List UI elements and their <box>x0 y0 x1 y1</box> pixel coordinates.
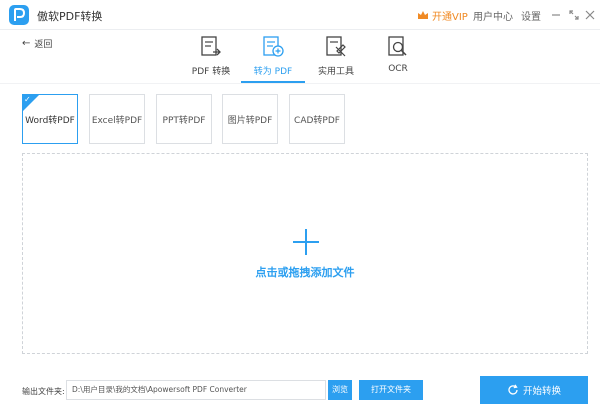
file-drop-zone[interactable]: 点击或拖拽添加文件 <box>22 153 588 354</box>
vip-button[interactable]: 开通VIP <box>417 7 468 23</box>
app-title: 傲软PDF转换 <box>37 10 103 23</box>
tab-pdf-convert-label: PDF 转换 <box>191 67 231 77</box>
minimize-button[interactable] <box>549 8 563 22</box>
option-label: CAD转PDF <box>294 115 340 126</box>
user-center-link[interactable]: 用户中心 <box>473 8 513 23</box>
close-icon <box>585 10 595 20</box>
option-label: Excel转PDF <box>91 115 143 126</box>
option-ppt-to-pdf[interactable]: PPT转PDF <box>156 94 212 144</box>
tab-ocr-label: OCR <box>388 64 408 74</box>
tab-tools[interactable]: 实用工具 <box>305 36 367 82</box>
maximize-icon <box>569 10 579 20</box>
start-convert-label: 开始转换 <box>522 386 561 397</box>
tab-to-pdf-label: 转为 PDF <box>253 67 293 77</box>
check-icon: ✓ <box>24 95 31 104</box>
crown-icon <box>418 11 428 19</box>
vip-label: 开通VIP <box>432 11 468 23</box>
drop-zone-text: 点击或拖拽添加文件 <box>255 266 355 279</box>
maximize-button[interactable] <box>567 8 581 22</box>
option-word-to-pdf[interactable]: ✓ Word转PDF <box>22 94 78 144</box>
refresh-icon <box>508 384 518 395</box>
option-cad-to-pdf[interactable]: CAD转PDF <box>289 94 345 144</box>
app-logo <box>9 5 29 25</box>
close-button[interactable] <box>583 8 597 22</box>
back-button[interactable]: ← 返回 <box>22 37 52 50</box>
tools-icon <box>326 36 346 57</box>
tab-tools-label: 实用工具 <box>317 67 354 77</box>
start-convert-button[interactable]: 开始转换 <box>480 376 588 404</box>
tab-ocr[interactable]: OCR <box>367 36 429 82</box>
browse-button[interactable]: 浏览 <box>328 380 352 400</box>
option-label: PPT转PDF <box>162 115 206 126</box>
tab-to-pdf[interactable]: 转为 PDF <box>242 36 304 82</box>
output-folder-label: 输出文件夹: <box>22 387 65 396</box>
ocr-icon <box>388 36 407 56</box>
option-image-to-pdf[interactable]: 图片转PDF <box>222 94 278 144</box>
option-label: Word转PDF <box>25 115 75 126</box>
pdf-convert-icon <box>201 36 221 56</box>
minimize-icon <box>552 14 560 16</box>
option-label: 图片转PDF <box>227 115 273 126</box>
back-arrow-icon: ← <box>22 38 31 49</box>
option-excel-to-pdf[interactable]: Excel转PDF <box>89 94 145 144</box>
settings-link[interactable]: 设置 <box>521 8 541 23</box>
title-bar: 傲软PDF转换 开通VIP 用户中心 设置 <box>0 0 600 30</box>
back-label: 返回 <box>34 40 53 50</box>
output-path-field[interactable]: D:\用户目录\我的文档\Apowersoft PDF Converter <box>66 380 326 400</box>
open-folder-button[interactable]: 打开文件夹 <box>359 380 423 400</box>
app-logo-icon <box>14 8 25 21</box>
plus-icon <box>293 229 319 255</box>
tabs-divider <box>0 83 600 84</box>
to-pdf-icon <box>263 36 284 57</box>
tab-pdf-convert[interactable]: PDF 转换 <box>180 36 242 82</box>
